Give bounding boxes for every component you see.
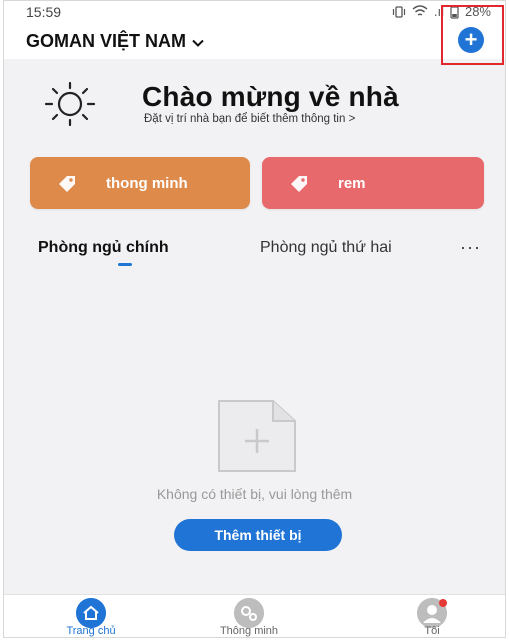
status-time: 15:59 — [26, 4, 62, 20]
home-icon — [76, 598, 106, 628]
scene-label: rem — [338, 174, 366, 192]
add-device-button[interactable]: Thêm thiết bị — [174, 519, 342, 551]
tab-phong-ngu-chinh[interactable]: Phòng ngủ chính — [38, 239, 169, 257]
home-selector[interactable]: GOMAN VIỆT NAM — [26, 31, 204, 52]
tag-icon — [59, 176, 75, 192]
scene-label: thong minh — [106, 174, 188, 192]
welcome-title: Chào mừng về nhà — [142, 81, 399, 112]
app-screen: 15:59 .ıl 28% GOMAN VIỆT NAM + Chào mừng… — [3, 0, 506, 638]
empty-message: Không có thiết bị, vui lòng thêm — [156, 486, 353, 502]
nav-label: Trang chủ — [66, 625, 116, 637]
smart-gears-icon — [234, 598, 264, 628]
plus-circle-icon: + — [464, 27, 478, 52]
bottom-nav: Trang chủ Thông minh Tôi — [4, 594, 505, 637]
tab-phong-ngu-thu-hai[interactable]: Phòng ngủ thứ hai — [260, 239, 392, 257]
nav-item-smart[interactable]: Thông minh — [204, 595, 294, 637]
more-rooms-button[interactable]: ··· — [460, 237, 481, 258]
nav-item-home[interactable]: Trang chủ — [46, 595, 136, 637]
scene-card-thong-minh[interactable]: thong minh — [30, 157, 250, 209]
active-tab-indicator — [118, 263, 132, 266]
chevron-down-icon — [192, 39, 204, 47]
nav-label: Thông minh — [219, 625, 279, 637]
set-location-link[interactable]: Đặt vị trí nhà bạn để biết thêm thông ti… — [144, 113, 355, 125]
wifi-icon — [412, 5, 428, 16]
notification-dot — [439, 599, 447, 607]
tag-icon — [291, 176, 307, 192]
nav-item-me[interactable]: Tôi — [387, 595, 477, 637]
room-tabs: Phòng ngủ chính Phòng ngủ thứ hai ··· — [4, 235, 505, 269]
scene-card-rem[interactable]: rem — [262, 157, 484, 209]
nav-label: Tôi — [424, 625, 440, 637]
sun-icon — [44, 81, 96, 127]
empty-device-icon — [218, 400, 296, 472]
vibrate-icon — [392, 5, 405, 18]
home-name: GOMAN VIỆT NAM — [26, 31, 186, 51]
add-button[interactable]: + — [458, 27, 484, 53]
status-bar: 15:59 .ıl 28% — [4, 1, 505, 23]
